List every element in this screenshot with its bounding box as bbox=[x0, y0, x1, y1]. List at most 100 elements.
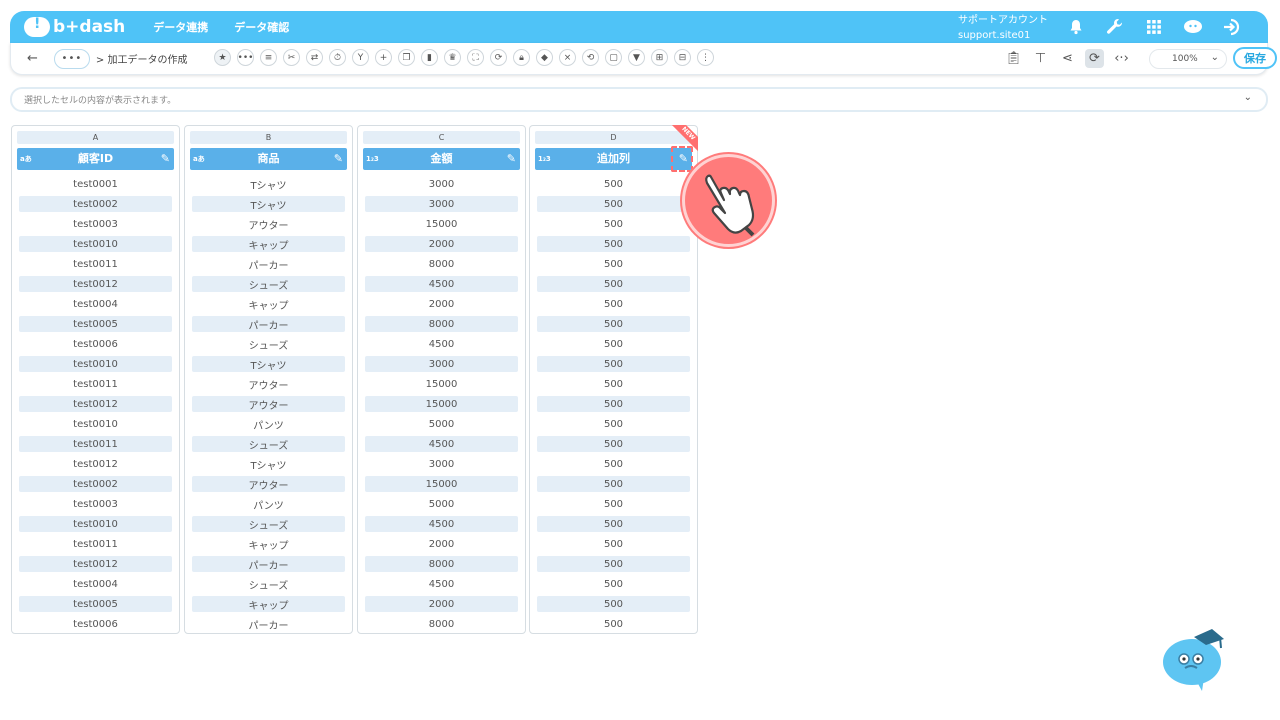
account-info[interactable]: サポートアカウント support.site01 bbox=[958, 13, 1048, 43]
table-cell[interactable]: シューズ bbox=[190, 334, 347, 354]
cube-icon[interactable]: ◆ bbox=[536, 49, 553, 66]
table-cell[interactable]: 4500 bbox=[363, 274, 520, 294]
merge-icon[interactable]: Y bbox=[352, 49, 369, 66]
table-cell[interactable]: 8000 bbox=[363, 614, 520, 634]
table-cell[interactable]: 500 bbox=[535, 234, 692, 254]
table-cell[interactable]: 2000 bbox=[363, 534, 520, 554]
nav-data-check[interactable]: データ確認 bbox=[234, 19, 289, 35]
table-cell[interactable]: 2000 bbox=[363, 294, 520, 314]
table-cell[interactable]: test0010 bbox=[17, 234, 174, 254]
crown-icon[interactable]: ♛ bbox=[444, 49, 461, 66]
back-button[interactable]: ← bbox=[27, 51, 38, 66]
table-cell[interactable]: test0010 bbox=[17, 414, 174, 434]
table-cell[interactable]: 5000 bbox=[363, 414, 520, 434]
table-cell[interactable]: 500 bbox=[535, 494, 692, 514]
table-cell[interactable]: 500 bbox=[535, 254, 692, 274]
history-icon[interactable]: ⟳ bbox=[1085, 49, 1104, 68]
table-cell[interactable]: パーカー bbox=[190, 314, 347, 334]
table-cell[interactable]: パンツ bbox=[190, 494, 347, 514]
table-cell[interactable]: シューズ bbox=[190, 274, 347, 294]
table-cell[interactable]: test0011 bbox=[17, 534, 174, 554]
trash-icon[interactable]: ▮ bbox=[421, 49, 438, 66]
dots-icon[interactable]: ••• bbox=[237, 49, 254, 66]
table-cell[interactable]: Tシャツ bbox=[190, 194, 347, 214]
table-cell[interactable]: パーカー bbox=[190, 614, 347, 634]
table-icon[interactable]: ⊟ bbox=[674, 49, 691, 66]
pencil-icon[interactable]: ✎ bbox=[334, 148, 343, 170]
expand-icon[interactable]: ⛶ bbox=[467, 49, 484, 66]
table-cell[interactable]: test0003 bbox=[17, 494, 174, 514]
table-cell[interactable]: 4500 bbox=[363, 514, 520, 534]
table-cell[interactable]: シューズ bbox=[190, 434, 347, 454]
swap-icon[interactable]: ⇄ bbox=[306, 49, 323, 66]
table-cell[interactable]: アウター bbox=[190, 214, 347, 234]
table-cell[interactable]: 2000 bbox=[363, 234, 520, 254]
list-icon[interactable]: ≡ bbox=[260, 49, 277, 66]
table-cell[interactable]: test0001 bbox=[17, 174, 174, 194]
table-cell[interactable]: Tシャツ bbox=[190, 454, 347, 474]
column-header[interactable]: 1₂3 金額 ✎ bbox=[363, 148, 520, 170]
column-a[interactable]: Aaあ 顧客ID ✎ test0001 test0002 test0003 test0010… bbox=[11, 125, 180, 634]
table-cell[interactable]: test0004 bbox=[17, 294, 174, 314]
close-circle-icon[interactable]: × bbox=[559, 49, 576, 66]
table-cell[interactable]: 3000 bbox=[363, 454, 520, 474]
mascot-icon[interactable] bbox=[1160, 628, 1228, 692]
cell-content-bar[interactable]: 選択したセルの内容が表示されます。 ⌄ bbox=[10, 87, 1268, 112]
column-c[interactable]: C 1₂3 金額 ✎ 3000 3000 15000 2000 8000 4500 2000 8000… bbox=[357, 125, 526, 634]
table-cell[interactable]: 500 bbox=[535, 414, 692, 434]
table-cell[interactable]: シューズ bbox=[190, 574, 347, 594]
table-cell[interactable]: 500 bbox=[535, 354, 692, 374]
column-letter[interactable]: C bbox=[363, 131, 520, 144]
save-button[interactable]: 保存 bbox=[1233, 47, 1277, 69]
table-cell[interactable]: 500 bbox=[535, 174, 692, 194]
table-cell[interactable]: 8000 bbox=[363, 314, 520, 334]
table-cell[interactable]: test0012 bbox=[17, 394, 174, 414]
chat-icon[interactable] bbox=[1181, 15, 1205, 39]
code-icon[interactable]: ‹·› bbox=[1112, 49, 1131, 68]
table-cell[interactable]: 3000 bbox=[363, 354, 520, 374]
table-cell[interactable]: test0006 bbox=[17, 614, 174, 634]
column-letter[interactable]: A bbox=[17, 131, 174, 144]
table-cell[interactable]: 4500 bbox=[363, 334, 520, 354]
table-cell[interactable]: 8000 bbox=[363, 254, 520, 274]
table-cell[interactable]: test0004 bbox=[17, 574, 174, 594]
table-cell[interactable]: 500 bbox=[535, 194, 692, 214]
table-cell[interactable]: アウター bbox=[190, 374, 347, 394]
column-b[interactable]: Baあ 商品 ✎ Tシャツ Tシャツ アウター キャップ パーカー シューズ キャップ パーカー シュ… bbox=[184, 125, 353, 634]
column-header[interactable]: aあ 顧客ID ✎ bbox=[17, 148, 174, 170]
table-cell[interactable]: test0011 bbox=[17, 374, 174, 394]
table-cell[interactable]: キャップ bbox=[190, 594, 347, 614]
table-cell[interactable]: 500 bbox=[535, 314, 692, 334]
table-cell[interactable]: 4500 bbox=[363, 574, 520, 594]
table-cell[interactable]: Tシャツ bbox=[190, 174, 347, 194]
table-cell[interactable]: 8000 bbox=[363, 554, 520, 574]
table-cell[interactable]: 4500 bbox=[363, 434, 520, 454]
table-cell[interactable]: パンツ bbox=[190, 414, 347, 434]
table-cell[interactable]: 15000 bbox=[363, 374, 520, 394]
table-cell[interactable]: test0003 bbox=[17, 214, 174, 234]
table-cell[interactable]: キャップ bbox=[190, 534, 347, 554]
table-cell[interactable]: 500 bbox=[535, 394, 692, 414]
table-cell[interactable]: パーカー bbox=[190, 554, 347, 574]
logo[interactable]: b+dash bbox=[24, 16, 125, 37]
table-cell[interactable]: アウター bbox=[190, 474, 347, 494]
table-cell[interactable]: test0010 bbox=[17, 514, 174, 534]
table-cell[interactable]: 15000 bbox=[363, 214, 520, 234]
chevron-down-icon[interactable]: ⌄ bbox=[1244, 92, 1252, 103]
column-split-icon[interactable]: ⋮ bbox=[697, 49, 714, 66]
pencil-icon[interactable]: ✎ bbox=[507, 148, 516, 170]
square-icon[interactable]: ▢ bbox=[605, 49, 622, 66]
column-d[interactable]: D 1₂3 追加列 ✎ 500 500 500 500 500 500 500 500 500 500 50… bbox=[529, 125, 698, 634]
table-cell[interactable]: 3000 bbox=[363, 194, 520, 214]
table-cell[interactable]: アウター bbox=[190, 394, 347, 414]
table-cell[interactable]: キャップ bbox=[190, 294, 347, 314]
table-cell[interactable]: 500 bbox=[535, 474, 692, 494]
table-cell[interactable]: test0005 bbox=[17, 594, 174, 614]
hierarchy-icon[interactable]: ⊤ bbox=[1031, 49, 1050, 68]
table-cell[interactable]: 500 bbox=[535, 514, 692, 534]
refresh-icon[interactable]: ⟳ bbox=[490, 49, 507, 66]
table-cell[interactable]: test0012 bbox=[17, 454, 174, 474]
table-cell[interactable]: 15000 bbox=[363, 394, 520, 414]
table-cell[interactable]: 500 bbox=[535, 334, 692, 354]
grid-icon[interactable] bbox=[1142, 15, 1166, 39]
